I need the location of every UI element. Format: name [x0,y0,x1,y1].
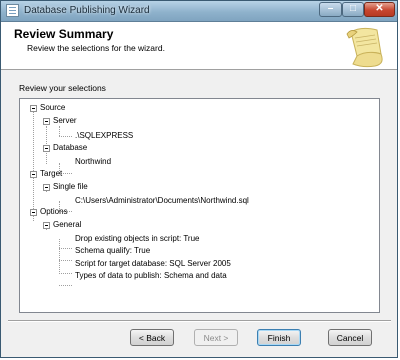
collapse-icon[interactable] [43,184,50,191]
collapse-icon[interactable] [43,145,50,152]
tree-line [59,260,72,261]
tree-node-source[interactable]: Source [40,103,65,113]
minimize-icon: – [327,3,334,14]
wizard-header: Review Summary Review the selections for… [1,22,397,70]
scroll-icon [346,27,383,68]
close-button[interactable]: ✕ [364,2,395,17]
tree-node-file-path[interactable]: C:\Users\Administrator\Documents\Northwi… [75,196,249,206]
cancel-button[interactable]: Cancel [328,329,372,346]
page-title: Review Summary [14,27,114,41]
finish-button[interactable]: Finish [257,329,301,346]
tree-line [59,273,72,274]
tree-node-database[interactable]: Database [53,143,87,153]
tree-line [59,285,72,286]
tree-node-database-value[interactable]: Northwind [75,157,111,167]
tree-line [59,136,72,137]
collapse-icon[interactable] [30,171,37,178]
wizard-window: Database Publishing Wizard – □ ✕ Review … [0,0,398,358]
next-button[interactable]: Next > [194,329,238,346]
tree-node-server[interactable]: Server [53,116,77,126]
collapse-icon[interactable] [30,209,37,216]
tree-node-server-value[interactable]: .\SQLEXPRESS [75,131,133,141]
tree-node-single-file[interactable]: Single file [53,182,88,192]
tree-node-option[interactable]: Script for target database: SQL Server 2… [75,259,231,269]
minimize-button[interactable]: – [319,2,342,17]
selections-tree[interactable]: Source Server .\SQLEXPRESS Database Nort… [19,98,380,313]
collapse-icon[interactable] [43,118,50,125]
close-icon: ✕ [375,3,384,14]
collapse-icon[interactable] [30,105,37,112]
tree-node-option[interactable]: Schema qualify: True [75,246,150,256]
tree-node-options[interactable]: Options [40,207,68,217]
maximize-button[interactable]: □ [342,2,364,17]
review-selections-label: Review your selections [19,83,106,93]
tree-node-general[interactable]: General [53,220,81,230]
maximize-icon: □ [349,3,357,14]
tree-node-option[interactable]: Drop existing objects in script: True [75,234,200,244]
app-icon [6,4,19,17]
tree-node-option[interactable]: Types of data to publish: Schema and dat… [75,271,227,281]
footer-divider [8,320,391,322]
page-subtitle: Review the selections for the wizard. [27,43,165,53]
tree-line [59,248,72,249]
tree-line [59,126,60,136]
tree-line [33,112,34,221]
back-button[interactable]: < Back [130,329,174,346]
tree-line [59,239,60,274]
window-title: Database Publishing Wizard [24,5,150,16]
tree-node-target[interactable]: Target [40,169,62,179]
collapse-icon[interactable] [43,222,50,229]
title-bar[interactable]: Database Publishing Wizard – □ ✕ [1,1,397,22]
